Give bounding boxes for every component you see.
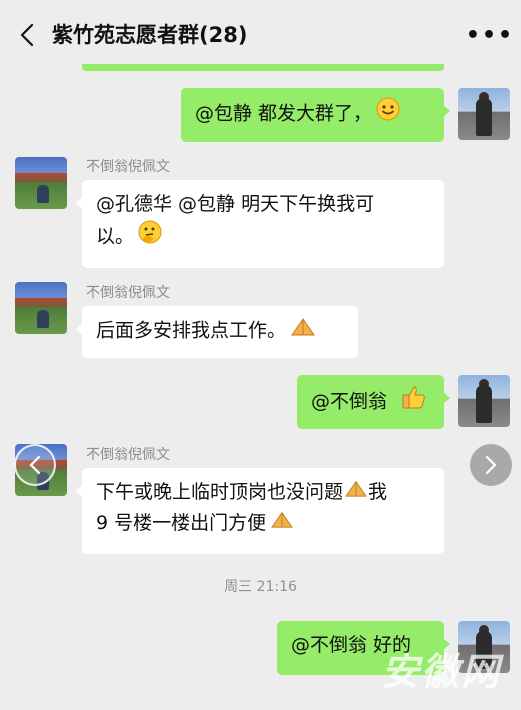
more-options-button[interactable]: ••• xyxy=(466,20,512,50)
message-text: 下午或晚上临时顶岗也没问题 xyxy=(96,481,344,503)
previous-image-button[interactable] xyxy=(14,444,56,486)
chevron-left-icon xyxy=(20,23,34,47)
message-bubble-outgoing[interactable]: @包静 都发大群了， xyxy=(181,88,450,142)
message-text: @孔德华 @包静 明天下午换我可 xyxy=(96,193,375,215)
message-text: 我 xyxy=(368,481,388,503)
sender-name: 不倒翁倪佩文 xyxy=(86,285,170,301)
back-button[interactable] xyxy=(12,20,42,50)
next-image-button[interactable] xyxy=(470,444,512,486)
message-bubble-outgoing[interactable]: @不倒翁 xyxy=(297,375,450,429)
praying-hands-emoji-icon xyxy=(344,477,368,508)
thinking-emoji-icon xyxy=(138,220,162,254)
previous-message-bubble xyxy=(82,64,444,71)
avatar-other[interactable] xyxy=(15,282,67,334)
message-bubble-incoming[interactable]: 下午或晚上临时顶岗也没问题 我 9 号楼一楼出门方便 xyxy=(76,468,444,554)
avatar-self[interactable] xyxy=(458,375,510,427)
chevron-left-icon xyxy=(29,455,41,475)
chat-header: 紫竹苑志愿者群(28) ••• xyxy=(0,0,521,70)
chevron-right-icon xyxy=(485,455,497,475)
message-text: 以。 xyxy=(96,225,135,248)
message-text: 9 号楼一楼出门方便 xyxy=(96,512,267,534)
message-text: @不倒翁 xyxy=(311,390,388,413)
watermark-logo: 安徽网 xyxy=(380,649,501,694)
thumbs-up-emoji-icon xyxy=(401,384,427,420)
avatar-other[interactable] xyxy=(15,157,67,209)
message-text: 后面多安排我点工作。 xyxy=(96,319,287,342)
sender-name: 不倒翁倪佩文 xyxy=(86,159,170,175)
praying-hands-emoji-icon xyxy=(270,508,294,539)
praying-hands-emoji-icon xyxy=(290,315,316,347)
message-text: @包静 都发大群了， xyxy=(195,102,373,125)
chat-title: 紫竹苑志愿者群(28) xyxy=(52,23,248,47)
sender-name: 不倒翁倪佩文 xyxy=(86,447,170,463)
message-bubble-incoming[interactable]: 后面多安排我点工作。 xyxy=(76,306,358,358)
message-bubble-incoming[interactable]: @孔德华 @包静 明天下午换我可 以。 xyxy=(76,180,444,268)
message-timestamp: 周三 21:16 xyxy=(224,579,297,595)
smile-emoji-icon xyxy=(376,97,400,131)
avatar-self[interactable] xyxy=(458,88,510,140)
